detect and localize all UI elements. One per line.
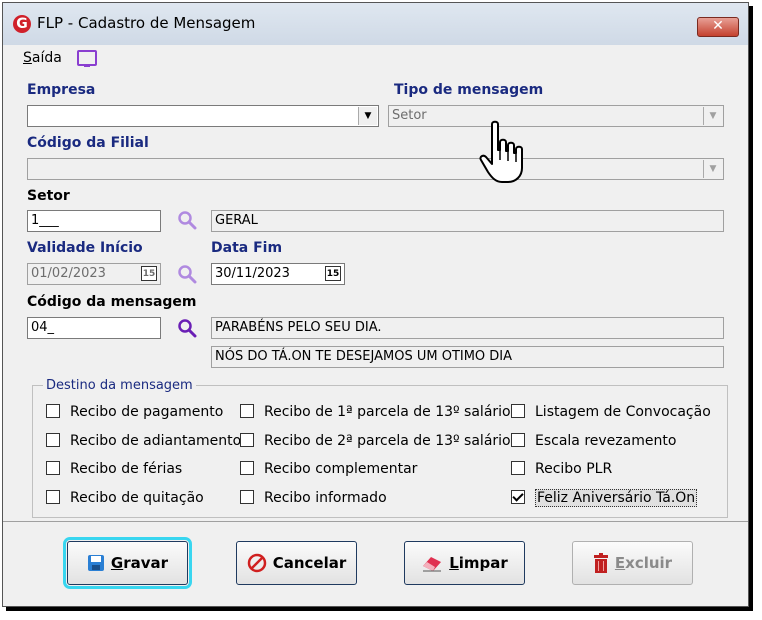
checkbox-label: Recibo de pagamento [70, 404, 224, 420]
limpar-mnemonic: L [449, 554, 459, 572]
excluir-button[interactable]: Excluir [572, 541, 693, 585]
checkbox-listagem-convocacao[interactable]: Listagem de Convocação [511, 404, 711, 420]
checkbox-box[interactable] [46, 461, 60, 475]
codigo-mensagem-input[interactable]: 04_ [27, 317, 161, 339]
checkbox-recibo-quitacao[interactable]: Recibo de quitação [46, 490, 204, 506]
checkbox-label: Listagem de Convocação [535, 404, 711, 420]
checkbox-box[interactable] [240, 433, 254, 447]
gravar-button[interactable]: Gravar [63, 537, 192, 589]
checkbox-box[interactable] [511, 461, 525, 475]
checkbox-recibo-2-parcela[interactable]: Recibo de 2ª parcela de 13º salário [240, 433, 511, 449]
close-button[interactable]: ✕ [697, 17, 739, 37]
save-disk-icon [87, 555, 104, 571]
eraser-icon [423, 557, 442, 572]
setor-description: GERAL [211, 210, 724, 232]
title-bar: G FLP - Cadastro de Mensagem ✕ [3, 3, 748, 45]
tipo-mensagem-label: Tipo de mensagem [394, 82, 544, 98]
checkbox-feliz-aniversario[interactable]: Feliz Aniversário Tá.On [511, 489, 698, 507]
checkbox-label: Recibo de quitação [70, 490, 204, 506]
checkbox-box[interactable] [46, 404, 60, 418]
checkbox-label: Recibo PLR [535, 461, 613, 477]
tipo-mensagem-dropdown-icon[interactable]: ▼ [703, 107, 722, 125]
cancelar-text: Cancelar [272, 554, 347, 572]
checkbox-recibo-plr[interactable]: Recibo PLR [511, 461, 612, 477]
tipo-mensagem-select[interactable]: Setor ▼ [388, 105, 724, 127]
codigo-filial-label: Código da Filial [27, 135, 149, 151]
validade-search-icon[interactable] [177, 264, 197, 284]
setor-code-input[interactable]: 1___ [27, 210, 161, 232]
validade-inicio-calendar-icon[interactable]: 15 [141, 266, 157, 281]
data-fim-label: Data Fim [211, 240, 283, 256]
main-window: G FLP - Cadastro de Mensagem ✕ Saída Emp… [2, 2, 749, 607]
checkbox-escala-revezamento[interactable]: Escala revezamento [511, 433, 676, 449]
cancel-circle-icon [247, 553, 266, 573]
checkbox-box[interactable] [46, 433, 60, 447]
excluir-text: xcluir [625, 554, 673, 572]
checkbox-label: Recibo de férias [70, 461, 183, 477]
checkbox-box-checked[interactable] [511, 490, 525, 504]
checkbox-box[interactable] [46, 490, 60, 504]
checkbox-label: Recibo complementar [264, 461, 418, 477]
trash-icon [593, 553, 608, 573]
codigo-filial-select[interactable]: ▼ [27, 158, 724, 180]
gravar-mnemonic: G [110, 554, 124, 572]
checkbox-recibo-adiantamento[interactable]: Recibo de adiantamento [46, 433, 241, 449]
menu-saida-mnemonic: S [23, 50, 32, 66]
checkbox-box[interactable] [240, 404, 254, 418]
checkbox-box[interactable] [240, 461, 254, 475]
menu-saida-text: aída [31, 50, 62, 66]
codigo-mensagem-label: Código da mensagem [27, 294, 197, 310]
menu-saida[interactable]: Saída [23, 50, 62, 66]
empresa-select[interactable]: ▼ [27, 105, 379, 127]
window-title: FLP - Cadastro de Mensagem [37, 14, 256, 32]
checkbox-recibo-1-parcela[interactable]: Recibo de 1ª parcela de 13º salário [240, 404, 511, 420]
validade-inicio-label: Validade Início [27, 240, 143, 256]
checkbox-label: Recibo de 1ª parcela de 13º salário [264, 404, 511, 420]
checkbox-box[interactable] [511, 433, 525, 447]
checkbox-box[interactable] [240, 490, 254, 504]
app-logo-icon: G [13, 15, 31, 33]
codigo-filial-dropdown-icon[interactable]: ▼ [703, 160, 722, 178]
checkbox-label: Recibo de adiantamento [70, 433, 242, 449]
setor-label: Setor [27, 188, 70, 204]
empresa-label: Empresa [27, 82, 96, 98]
checkbox-recibo-informado[interactable]: Recibo informado [240, 490, 387, 506]
checkbox-label: Feliz Aniversário Tá.On [535, 489, 698, 507]
data-fim-value: 30/11/2023 [215, 266, 290, 281]
footer-separator [3, 521, 748, 522]
validade-inicio-value: 01/02/2023 [31, 266, 106, 281]
mensagem-line2: NÓS DO TÁ.ON TE DESEJAMOS UM OTIMO DIA [211, 346, 724, 368]
checkbox-label: Recibo informado [264, 490, 387, 506]
data-fim-input[interactable]: 30/11/2023 15 [211, 263, 345, 285]
limpar-button[interactable]: Limpar [404, 541, 525, 585]
hand-pointer-cursor-icon [479, 120, 523, 183]
validade-inicio-input[interactable]: 01/02/2023 15 [27, 263, 161, 285]
gravar-text: ravar [123, 554, 169, 572]
setor-search-icon[interactable] [177, 210, 197, 230]
checkbox-label: Escala revezamento [535, 433, 677, 449]
checkbox-recibo-complementar[interactable]: Recibo complementar [240, 461, 417, 477]
data-fim-calendar-icon[interactable]: 15 [325, 266, 341, 281]
destino-title: Destino da mensagem [43, 378, 196, 393]
checkbox-recibo-pagamento[interactable]: Recibo de pagamento [46, 404, 223, 420]
cancelar-button[interactable]: Cancelar [236, 541, 357, 585]
tipo-mensagem-value: Setor [392, 108, 427, 123]
mensagem-search-icon[interactable] [177, 318, 197, 338]
checkbox-label: Recibo de 2ª parcela de 13º salário [264, 433, 511, 449]
checkbox-recibo-ferias[interactable]: Recibo de férias [46, 461, 182, 477]
mensagem-line1: PARABÉNS PELO SEU DIA. [211, 317, 724, 339]
limpar-text: impar [458, 554, 508, 572]
empresa-dropdown-icon[interactable]: ▼ [358, 107, 377, 125]
checkbox-box[interactable] [511, 404, 525, 418]
monitor-icon[interactable] [77, 50, 97, 67]
excluir-mnemonic: E [614, 554, 626, 572]
